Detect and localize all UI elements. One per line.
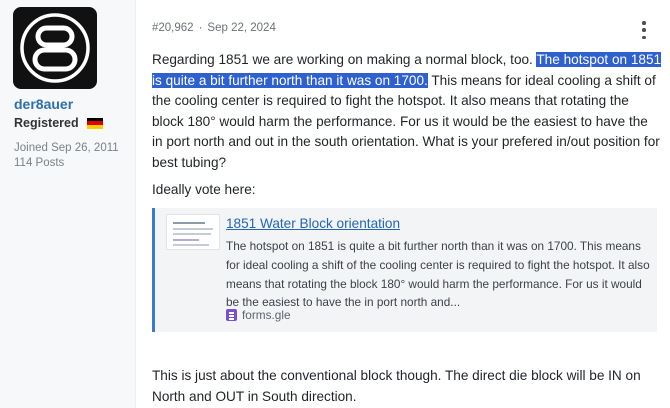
post-date[interactable]: Sep 22, 2024 [207, 22, 275, 34]
link-preview-card[interactable]: 1851 Water Block orientation The hotspot… [152, 208, 657, 332]
germany-flag-icon [86, 117, 103, 129]
post-footer-text: This is just about the conventional bloc… [152, 368, 641, 404]
post-text-before: Regarding 1851 we are working on making … [152, 52, 537, 67]
link-preview-thumbnail[interactable] [166, 214, 220, 250]
link-preview-title[interactable]: 1851 Water Block orientation [226, 216, 400, 231]
vote-prompt: Ideally vote here: [152, 182, 256, 197]
more-options-icon[interactable] [639, 21, 649, 39]
post-meta: #20,962 · Sep 22, 2024 [152, 22, 276, 34]
post-body: Regarding 1851 we are working on making … [152, 50, 662, 174]
google-forms-icon [226, 309, 237, 321]
link-preview-description: The hotspot on 1851 is quite a bit furth… [226, 239, 650, 310]
author-role: Registered [14, 116, 79, 130]
der8auer-logo-icon [20, 13, 90, 83]
author-username[interactable]: der8auer [14, 96, 73, 112]
link-preview-domain: forms.gle [242, 308, 291, 322]
post-number[interactable]: #20,962 [152, 22, 194, 34]
author-joined-date: Joined Sep 26, 2011 [14, 142, 119, 154]
author-sidebar: der8auer Registered Joined Sep 26, 2011 … [0, 0, 136, 408]
avatar[interactable] [13, 7, 97, 89]
link-preview-source: forms.gle [226, 308, 291, 322]
author-role-row: Registered [14, 116, 103, 130]
author-post-count: 114 Posts [14, 157, 65, 169]
meta-separator: · [198, 22, 203, 34]
